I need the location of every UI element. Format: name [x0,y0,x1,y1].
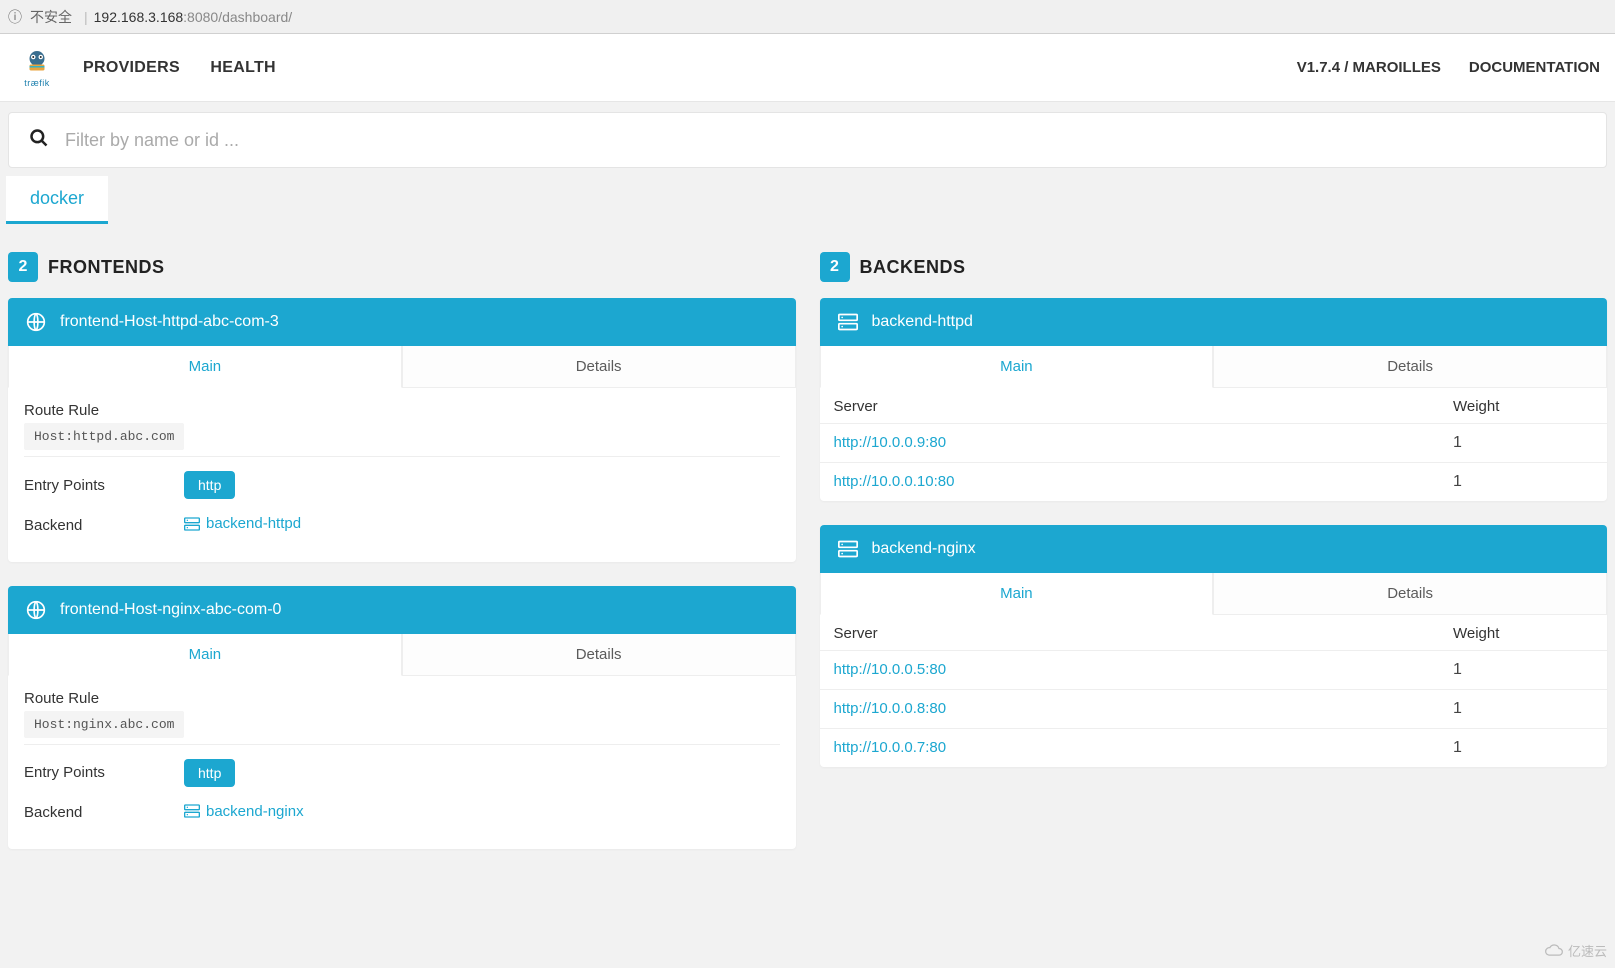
server-icon [184,804,200,818]
watermark-text: 亿速云 [1568,941,1607,960]
backend-name: backend-nginx [872,540,976,558]
backend-link[interactable]: backend-nginx [184,803,304,820]
tab-main[interactable]: Main [8,346,402,388]
logo-text: træfik [24,78,50,88]
server-url[interactable]: http://10.0.0.10:80 [834,473,955,490]
server-url[interactable]: http://10.0.0.8:80 [834,700,947,717]
url-port-path[interactable]: :8080/dashboard/ [183,9,292,25]
frontend-panel: frontend-Host-httpd-abc-com-3 Main Detai… [8,298,796,562]
tab-details[interactable]: Details [402,346,796,388]
backends-column: 2 BACKENDS backend-httpd Main Details Se… [820,252,1608,873]
url-host[interactable]: 192.168.3.168 [94,9,184,25]
backend-panel: backend-httpd Main Details Server Weight… [820,298,1608,501]
backends-title: BACKENDS [860,257,966,278]
backend-name: backend-httpd [872,313,973,331]
backend-label: Backend [24,804,184,821]
nav-providers[interactable]: PROVIDERS [83,59,180,76]
table-row: http://10.0.0.8:80 1 [820,689,1608,728]
separator: | [84,9,88,25]
server-url[interactable]: http://10.0.0.5:80 [834,661,947,678]
backend-link-text: backend-httpd [206,515,301,532]
server-weight: 1 [1453,473,1593,491]
route-rule-value: Host:nginx.abc.com [24,711,184,738]
weight-header: Weight [1453,398,1593,415]
traefik-logo[interactable]: træfik [15,46,59,90]
server-weight: 1 [1453,434,1593,452]
filter-bar [8,112,1607,168]
tab-details[interactable]: Details [1213,346,1607,388]
top-nav: træfik PROVIDERS HEALTH V1.7.4 / MAROILL… [0,34,1615,102]
tab-main[interactable]: Main [820,573,1214,615]
server-weight: 1 [1453,700,1593,718]
nav-health[interactable]: HEALTH [210,59,276,76]
frontends-count-badge: 2 [8,252,38,282]
table-row: http://10.0.0.10:80 1 [820,462,1608,501]
filter-input[interactable] [65,130,1586,151]
provider-tab-docker[interactable]: docker [6,176,108,224]
server-header: Server [834,398,1454,415]
tab-main[interactable]: Main [8,634,402,676]
weight-header: Weight [1453,625,1593,642]
tab-details[interactable]: Details [402,634,796,676]
frontends-title: FRONTENDS [48,257,165,278]
route-rule-label: Route Rule [24,402,780,419]
backend-label: Backend [24,517,184,534]
globe-icon [26,600,46,620]
server-weight: 1 [1453,739,1593,757]
gopher-icon [22,48,52,78]
backend-link[interactable]: backend-httpd [184,515,301,532]
frontend-name: frontend-Host-nginx-abc-com-0 [60,601,281,619]
entry-point-chip: http [184,759,235,787]
server-url[interactable]: http://10.0.0.9:80 [834,434,947,451]
route-rule-value: Host:httpd.abc.com [24,423,184,450]
backend-panel: backend-nginx Main Details Server Weight… [820,525,1608,767]
table-row: http://10.0.0.9:80 1 [820,423,1608,462]
nav-version[interactable]: V1.7.4 / MAROILLES [1297,59,1441,76]
server-weight: 1 [1453,661,1593,679]
backend-link-text: backend-nginx [206,803,304,820]
entry-points-label: Entry Points [24,764,184,781]
server-icon [838,312,858,332]
info-icon: ⓘ [8,7,22,27]
watermark: 亿速云 [1544,941,1607,960]
provider-tabs: docker [6,176,1607,224]
frontends-column: 2 FRONTENDS frontend-Host-httpd-abc-com-… [8,252,796,873]
globe-icon [26,312,46,332]
tab-main[interactable]: Main [820,346,1214,388]
tab-details[interactable]: Details [1213,573,1607,615]
frontend-name: frontend-Host-httpd-abc-com-3 [60,313,279,331]
entry-points-label: Entry Points [24,477,184,494]
server-icon [184,517,200,531]
table-row: http://10.0.0.7:80 1 [820,728,1608,767]
server-icon [838,539,858,559]
nav-links: PROVIDERS HEALTH [83,59,302,77]
nav-documentation[interactable]: DOCUMENTATION [1469,59,1600,76]
backends-count-badge: 2 [820,252,850,282]
entry-point-chip: http [184,471,235,499]
search-icon [29,128,49,153]
server-url[interactable]: http://10.0.0.7:80 [834,739,947,756]
route-rule-label: Route Rule [24,690,780,707]
insecure-label: 不安全 [30,7,72,27]
cloud-icon [1544,944,1564,958]
server-header: Server [834,625,1454,642]
table-row: http://10.0.0.5:80 1 [820,650,1608,689]
browser-address-bar: ⓘ 不安全 | 192.168.3.168:8080/dashboard/ [0,0,1615,34]
frontend-panel: frontend-Host-nginx-abc-com-0 Main Detai… [8,586,796,850]
